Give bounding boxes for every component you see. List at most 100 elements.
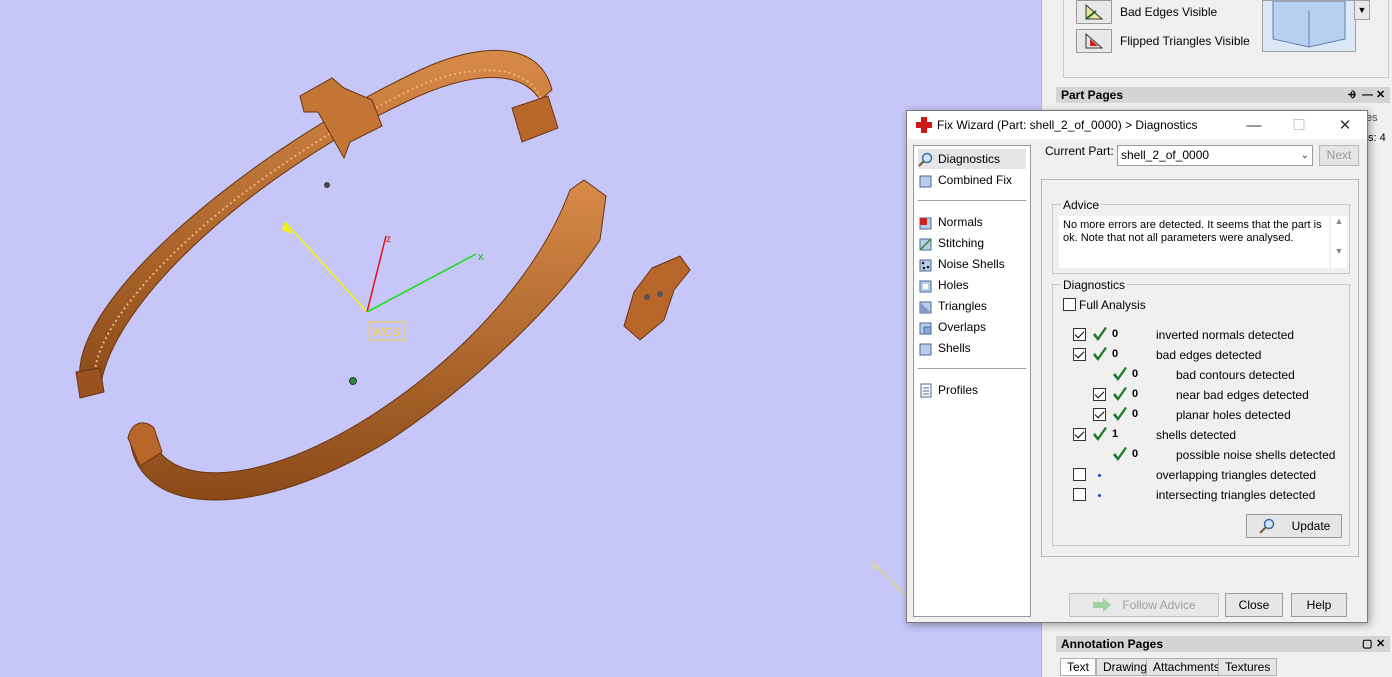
nav-divider: [918, 368, 1026, 369]
nav-item-stitching[interactable]: Stitching: [918, 233, 1026, 253]
content-frame: Advice No more errors are detected. It s…: [1041, 179, 1359, 557]
clasp-piece[interactable]: [623, 255, 691, 341]
diagnostic-count: 0: [1132, 448, 1139, 460]
z-axis-line: [366, 235, 387, 313]
check-icon: [1113, 407, 1127, 421]
flipped-triangles-visible-button[interactable]: [1076, 29, 1112, 53]
pin-icon[interactable]: ⨮: [1348, 87, 1356, 103]
diagnostic-label: bad edges detected: [1156, 348, 1262, 362]
current-part-label: Current Part:: [1045, 144, 1114, 158]
diagnostic-checkbox[interactable]: [1073, 488, 1086, 501]
view-cube[interactable]: [1262, 0, 1356, 52]
follow-advice-button[interactable]: Follow Advice: [1069, 593, 1219, 617]
nav-label: Combined Fix: [938, 173, 1013, 187]
diagnostic-checkbox[interactable]: [1093, 388, 1106, 401]
flipped-triangles-visible-label: Flipped Triangles Visible: [1120, 34, 1250, 48]
magnifier-icon: [1258, 518, 1274, 534]
nav-divider: [918, 200, 1026, 201]
diagnostic-label: shells detected: [1156, 428, 1237, 442]
update-label: Update: [1291, 519, 1331, 533]
nav-label: Noise Shells: [938, 257, 1005, 271]
diagnostic-count: 0: [1132, 408, 1139, 420]
nav-item-noise-shells[interactable]: Noise Shells: [918, 254, 1026, 274]
diagnostic-label: intersecting triangles detected: [1156, 488, 1316, 502]
close-panel-icon[interactable]: ✕: [1376, 87, 1385, 103]
advice-title: Advice: [1061, 198, 1102, 212]
chevron-down-icon: ⌄: [1300, 150, 1309, 161]
diagnostic-count: 0: [1132, 368, 1139, 380]
nav-item-diagnostics[interactable]: Diagnostics: [918, 149, 1026, 169]
overlaps-icon: [918, 320, 933, 335]
nav-item-overlaps[interactable]: Overlaps: [918, 317, 1026, 337]
part-pages-partial-text: s: 4: [1368, 132, 1386, 144]
bad-edges-row: Bad Edges Visible: [1076, 0, 1217, 24]
nav-item-shells[interactable]: Shells: [918, 338, 1026, 358]
diagnostic-checkbox[interactable]: [1073, 428, 1086, 441]
nav-item-profiles[interactable]: Profiles: [918, 380, 1026, 400]
diagnostics-group: Diagnostics Full Analysis 0 inverted norm…: [1052, 278, 1350, 546]
help-button[interactable]: Help: [1291, 593, 1347, 617]
advice-box: No more errors are detected. It seems th…: [1059, 216, 1347, 268]
viewport-canvas[interactable]: z x WCS Y: [0, 0, 1041, 677]
close-annotation-panel-icon[interactable]: ✕: [1376, 636, 1385, 652]
arrow-right-icon: [1093, 598, 1112, 612]
dialog-title: Fix Wizard (Part: shell_2_of_0000) > Dia…: [937, 118, 1198, 132]
diagnostics-title: Diagnostics: [1061, 278, 1128, 292]
maximize-button[interactable]: ☐: [1284, 114, 1314, 136]
diagnostic-checkbox[interactable]: [1073, 348, 1086, 361]
full-analysis-label: Full Analysis: [1079, 298, 1146, 312]
corner-axis-label: Y: [872, 564, 879, 575]
diagnostic-count: 0: [1132, 388, 1139, 400]
diagnostic-checkbox[interactable]: [1073, 328, 1086, 341]
diagnostic-label: planar holes detected: [1176, 408, 1291, 422]
close-dialog-button[interactable]: ✕: [1330, 114, 1360, 136]
dialog-titlebar[interactable]: Fix Wizard (Part: shell_2_of_0000) > Dia…: [907, 111, 1367, 139]
minimize-panel-icon[interactable]: —: [1362, 87, 1373, 103]
view-dropdown-button[interactable]: ▼: [1354, 0, 1370, 20]
fix-wizard-dialog: Fix Wizard (Part: shell_2_of_0000) > Dia…: [906, 110, 1368, 623]
nav-item-normals[interactable]: Normals: [918, 212, 1026, 232]
bad-edges-visible-button[interactable]: [1076, 0, 1112, 24]
x-axis-label: x: [478, 251, 484, 263]
profiles-icon: [918, 383, 933, 398]
diagnostic-checkbox[interactable]: [1073, 468, 1086, 481]
advice-scrollbar[interactable]: ▲ ▼: [1331, 216, 1347, 268]
holes-icon: [918, 278, 933, 293]
check-icon: [1113, 387, 1127, 401]
nav-item-combined-fix[interactable]: Combined Fix: [918, 170, 1026, 190]
check-icon: [1093, 327, 1107, 341]
tab-textures[interactable]: Textures: [1218, 658, 1278, 676]
diagnostic-count: 0: [1112, 348, 1119, 360]
flipped-triangles-icon: [1085, 32, 1104, 49]
close-button[interactable]: Close: [1225, 593, 1283, 617]
diagnostic-label: bad contours detected: [1176, 368, 1295, 382]
bangle-upper-end-right: [511, 95, 559, 143]
current-part-select[interactable]: shell_2_of_0000 ⌄: [1117, 145, 1313, 166]
restore-panel-icon[interactable]: ▢: [1362, 636, 1372, 652]
red-cross-icon: [916, 117, 932, 133]
annotation-pages-header: Annotation Pages ▢ ✕: [1056, 636, 1390, 652]
noise-shells-icon: [918, 257, 933, 272]
check-icon: [1093, 427, 1107, 441]
nav-item-holes[interactable]: Holes: [918, 275, 1026, 295]
part-pages-header: Part Pages ⨮ — ✕: [1056, 87, 1390, 103]
nav-label: Overlaps: [938, 320, 987, 334]
diagnostic-checkbox[interactable]: [1093, 408, 1106, 421]
bangle-upper-inner: [94, 69, 541, 373]
nav-label: Normals: [938, 215, 983, 229]
current-part-value: shell_2_of_0000: [1121, 148, 1210, 162]
next-button[interactable]: Next: [1319, 145, 1359, 166]
bangle-upper-end: [75, 367, 105, 399]
nav-item-triangles[interactable]: Triangles: [918, 296, 1026, 316]
diagnostic-label: inverted normals detected: [1156, 328, 1295, 342]
check-icon: [1093, 347, 1107, 361]
y-axis-line: [284, 221, 368, 313]
update-button[interactable]: Update: [1246, 514, 1342, 538]
minimize-button[interactable]: —: [1239, 114, 1269, 136]
follow-advice-label: Follow Advice: [1122, 598, 1196, 612]
full-analysis-checkbox[interactable]: [1063, 298, 1076, 311]
tab-attachments[interactable]: Attachments: [1146, 658, 1227, 676]
tab-text[interactable]: Text: [1060, 658, 1097, 676]
z-axis-label: z: [386, 234, 391, 245]
pending-dot-icon: [1098, 494, 1101, 497]
